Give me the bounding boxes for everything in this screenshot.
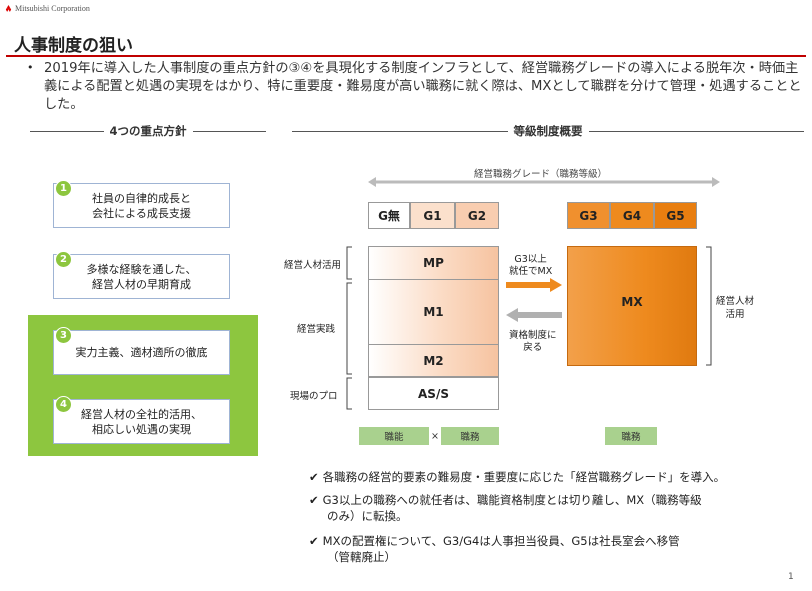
block-mp: MP: [368, 246, 499, 280]
arrow-back-label: 資格制度に 戻る: [509, 330, 557, 353]
note-3: ✔ MXの配置権について、G3/G4は人事担当役員、G5は社長室会へ移管 （管轄廃…: [309, 534, 680, 564]
block-as-s: AS/S: [368, 377, 499, 410]
policy-number-2: 2: [55, 251, 72, 268]
arrow-left-icon: [506, 308, 562, 322]
policy-box-4: 経営人材の全社的活用、 相応しい処遇の実現: [53, 399, 230, 444]
label-management-talent: 経営人材活用: [284, 260, 342, 271]
policy-box-3: 実力主義、適材適所の徹底: [53, 330, 230, 375]
block-mx: MX: [567, 246, 697, 366]
check-icon: ✔: [309, 470, 319, 484]
arrow-right-icon: [506, 278, 562, 292]
block-m2: M2: [368, 345, 499, 377]
grade-g2: G2: [455, 202, 499, 229]
page-title: 人事制度の狙い: [14, 36, 133, 56]
note-2: ✔ G3以上の職務への就任者は、職能資格制度とは切り離し、MX（職務等級 のみ）に…: [309, 493, 702, 523]
grade-none: G無: [368, 202, 410, 229]
grade-g3: G3: [567, 202, 610, 229]
logo-text: Mitsubishi Corporation: [15, 4, 90, 13]
right-section-heading: 等級制度概要: [292, 123, 804, 139]
intro-bullet: 2019年に導入した人事制度の重点方針の③④を具現化する制度インフラとして、経営…: [44, 61, 802, 112]
tag-duty: 職務: [441, 427, 499, 445]
label-mx-talent: 経営人材 活用: [716, 296, 755, 320]
grade-g4: G4: [610, 202, 654, 229]
label-management-practice: 経営実践: [297, 324, 336, 335]
label-field-pro: 現場のプロ: [290, 391, 338, 402]
check-icon: ✔: [309, 534, 319, 548]
title-underline: [6, 55, 806, 57]
left-section-heading: 4つの重点方針: [30, 123, 267, 139]
left-brackets: [346, 246, 352, 410]
policy-box-1: 社員の自律的成長と 会社による成長支援: [53, 183, 230, 228]
tag-ability: 職能: [359, 427, 429, 445]
policy-number-3: 3: [55, 327, 72, 344]
company-logo: Mitsubishi Corporation: [4, 4, 90, 13]
tag-duty-mx: 職務: [605, 427, 657, 445]
grade-g5: G5: [654, 202, 697, 229]
block-m1: M1: [368, 280, 499, 345]
tag-times: ×: [431, 430, 439, 442]
bullet-dot: •: [27, 61, 34, 74]
right-bracket: [706, 246, 712, 366]
policy-number-1: 1: [55, 180, 72, 197]
page-number: 1: [788, 572, 794, 582]
check-icon: ✔: [309, 493, 319, 507]
three-diamonds-icon: [5, 4, 12, 12]
policy-box-2: 多様な経験を通した、 経営人材の早期育成: [53, 254, 230, 299]
grade-g1: G1: [410, 202, 455, 229]
policy-number-4: 4: [55, 396, 72, 413]
note-1: ✔ 各職務の経営的要素の難易度・重要度に応じた「経営職務グレード」を導入。: [309, 470, 726, 484]
grade-axis-arrow: [368, 177, 720, 187]
arrow-to-mx-label: G3以上 就任でMX: [509, 254, 553, 277]
